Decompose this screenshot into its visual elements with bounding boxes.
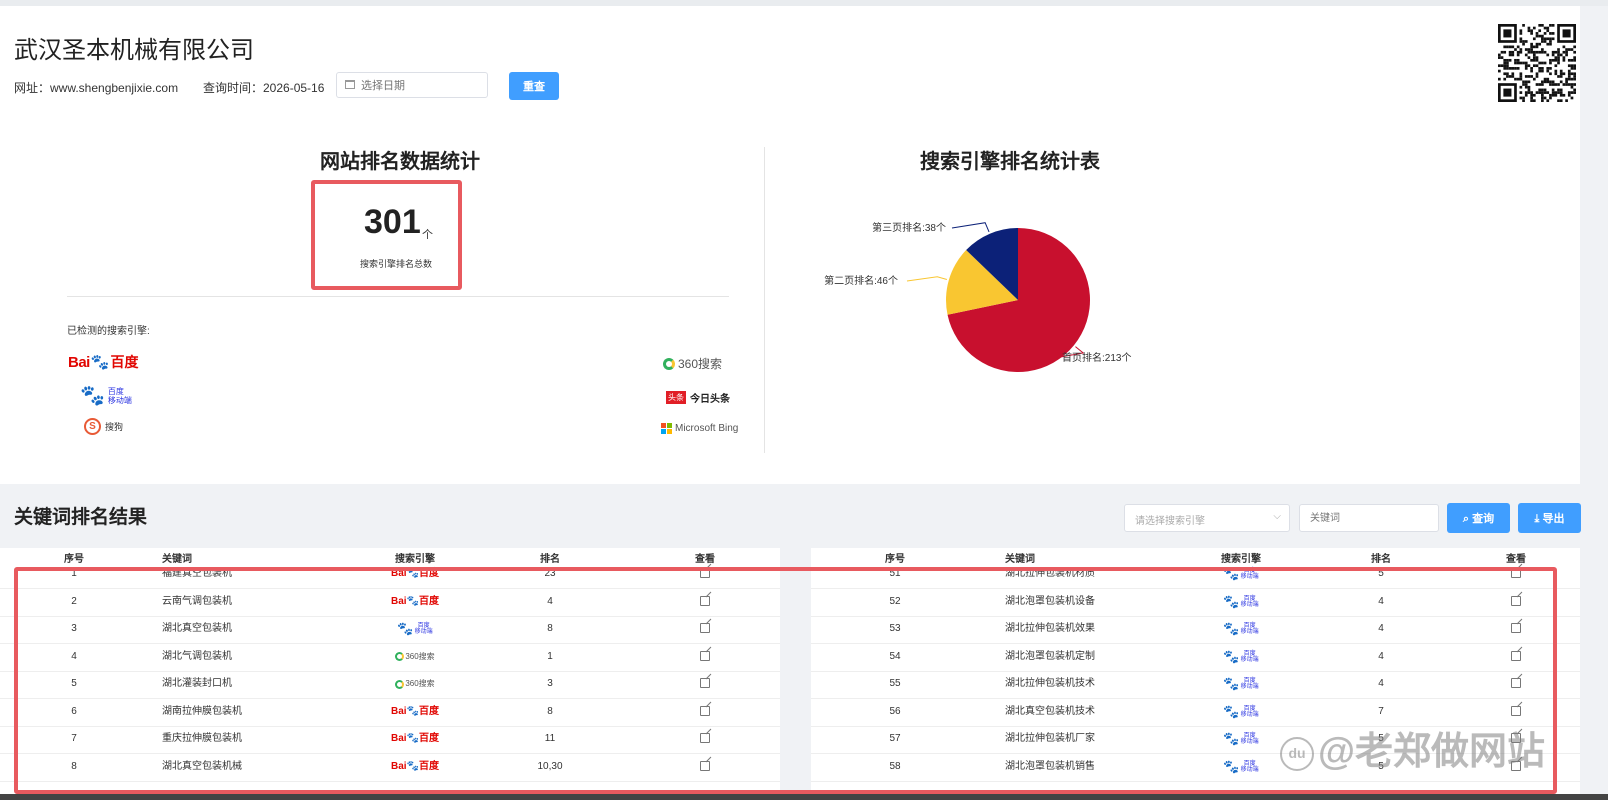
- export-button[interactable]: ⤓ 导出: [1518, 503, 1581, 533]
- stats-title: 网站排名数据统计: [320, 151, 480, 173]
- overview-card: [0, 6, 1580, 484]
- date-picker[interactable]: [336, 72, 488, 98]
- keyword-input[interactable]: [1299, 504, 1439, 532]
- baidu-paw-icon: 🐾: [90, 354, 110, 371]
- pie-slice-label: 第二页排名:46个: [824, 274, 898, 287]
- detected-engines-label: 已检测的搜索引擎:: [67, 326, 150, 337]
- pie-label-line: [951, 222, 990, 233]
- pie-slice-label: 第三页排名:38个: [872, 221, 946, 234]
- baidu-du-icon: du: [1280, 736, 1314, 771]
- baidu-mobile-logo: 🐾 百度 移动端: [80, 385, 132, 407]
- qr-code-icon[interactable]: [1498, 24, 1576, 102]
- keyword-results-title: 关键词排名结果: [14, 507, 148, 528]
- bottom-bar: [0, 794, 1608, 800]
- toutiao-icon: 头条: [666, 391, 686, 404]
- site-url-label: 网址：www.shengbenjixie.com: [14, 81, 179, 95]
- pie-slice-label: 首页排名:213个: [1062, 351, 1131, 364]
- baidu-logo: Bai 🐾 百度: [68, 353, 139, 372]
- stats-divider: [67, 296, 729, 297]
- total-rank-label: 搜索引擎排名总数: [360, 259, 433, 269]
- sogou-logo: S 搜狗: [84, 418, 123, 435]
- microsoft-icon: [661, 423, 672, 434]
- section-divider: [764, 147, 765, 453]
- calendar-icon: [345, 80, 355, 89]
- so360-icon: [663, 357, 675, 370]
- pie-label-line: [906, 276, 948, 282]
- date-input[interactable]: [359, 76, 483, 96]
- search-icon: ⌕: [1462, 513, 1473, 525]
- total-unit: 个: [422, 229, 433, 241]
- engine-select[interactable]: 请选择搜索引擎 ⌵: [1124, 504, 1290, 532]
- chevron-down-icon: ⌵: [1273, 511, 1281, 522]
- chart-title: 搜索引擎排名统计表: [920, 151, 1100, 173]
- requery-button[interactable]: 重查: [509, 72, 559, 100]
- watermark: du @老郑做网站: [1280, 720, 1545, 775]
- toutiao-logo: 头条 今日头条: [666, 391, 730, 405]
- ranking-pie-chart: 首页排名:213个 第二页排名:46个 第三页排名:38个: [824, 221, 1131, 372]
- company-name: 武汉圣本机械有限公司: [14, 37, 254, 64]
- bing-logo: Microsoft Bing: [661, 423, 738, 434]
- baidu-paw-icon: 🐾: [80, 385, 105, 407]
- query-time-label: 查询时间：2026-05-16: [203, 81, 325, 95]
- total-rank-count: 301: [364, 203, 421, 241]
- search-button[interactable]: ⌕ 查询: [1447, 503, 1510, 533]
- so360-logo: 360搜索: [663, 355, 722, 372]
- sogou-icon: S: [84, 418, 101, 435]
